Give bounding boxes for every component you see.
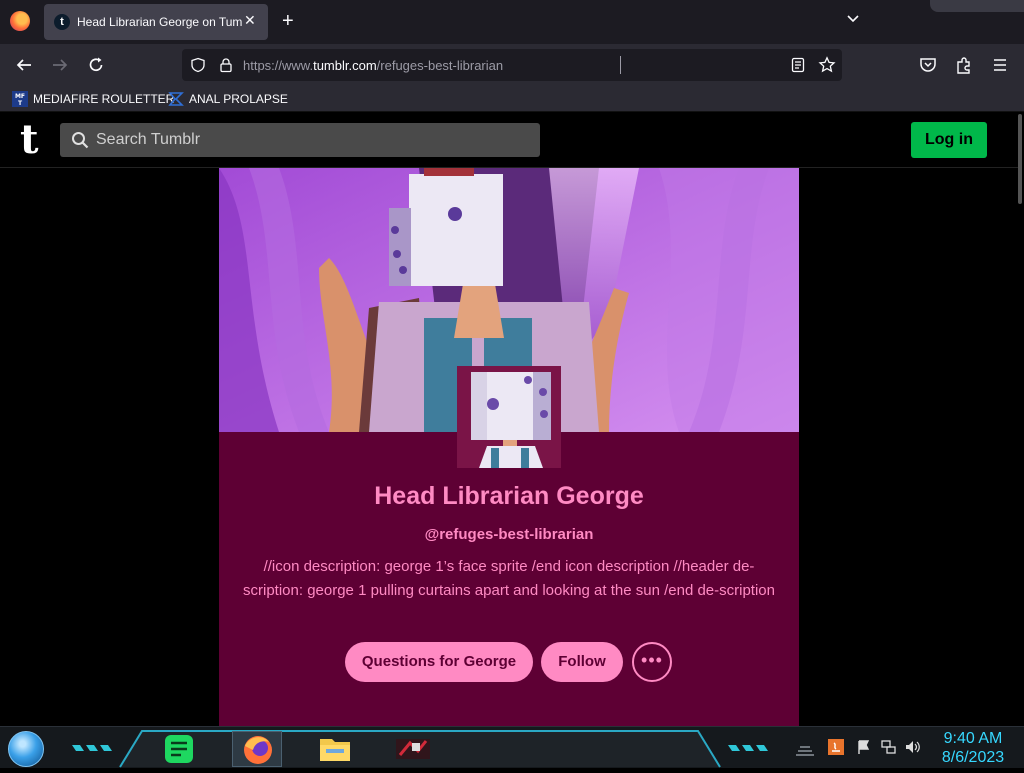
page-scrollbar[interactable] [1018, 114, 1022, 204]
notes-app-icon [165, 735, 193, 763]
bookmark-mediafire-rouletter[interactable]: MF T MEDIAFIRE ROULETTER [12, 91, 174, 107]
browser-nav-bar: https://www.tumblr.com/refuges-best-libr… [0, 44, 1024, 86]
start-orb-button[interactable] [8, 731, 44, 767]
taskbar-clock[interactable]: 9:40 AM 8/6/2023 [930, 729, 1016, 767]
blog-header-card: Head Librarian George @refuges-best-libr… [219, 168, 799, 726]
back-icon[interactable] [14, 55, 34, 75]
action-center-flag-icon[interactable] [856, 739, 872, 755]
url-domain: tumblr.com [313, 58, 377, 73]
sigma-icon [168, 92, 184, 106]
url-prefix: https://www. [243, 58, 314, 73]
firefox-icon[interactable] [10, 11, 30, 31]
tumblr-logo[interactable]: t [20, 118, 38, 162]
extensions-puzzle-icon[interactable] [954, 55, 974, 75]
java-tray-icon[interactable] [828, 739, 844, 755]
taskbar-notes-app[interactable] [154, 731, 204, 767]
bookmark-second[interactable]: ANAL PROLAPSE [168, 91, 288, 107]
blog-description: //icon description: george 1’s face spri… [243, 558, 775, 599]
lock-icon[interactable] [218, 57, 234, 73]
url-text[interactable]: https://www.tumblr.com/refuges-best-libr… [243, 58, 503, 73]
blog-handle: @refuges-best-librarian [424, 526, 594, 543]
reader-view-icon[interactable] [790, 57, 806, 73]
search-icon [72, 132, 89, 149]
clock-time: 9:40 AM [943, 730, 1003, 747]
follow-button[interactable]: Follow [541, 642, 623, 682]
text-cursor [620, 56, 621, 74]
mediafire-icon: MF T [12, 91, 28, 107]
taskbar-decoration [72, 745, 112, 751]
bookmark-label: MEDIAFIRE ROULETTER [33, 92, 175, 106]
bookmark-star-icon[interactable] [818, 56, 836, 74]
url-bar[interactable]: https://www.tumblr.com/refuges-best-libr… [182, 49, 842, 81]
close-tab-icon[interactable]: ✕ [244, 12, 256, 29]
taskbar-firefox-app[interactable] [232, 731, 282, 767]
taskbar: 9:40 AM 8/6/2023 [0, 726, 1024, 768]
taskbar-decoration [728, 745, 768, 751]
svg-text:MF: MF [15, 93, 25, 100]
new-tab-button[interactable]: + [282, 8, 294, 34]
url-path: /refuges-best-librarian [376, 58, 504, 73]
browser-tab-bar: t Head Librarian George on Tumblr ✕ + [0, 0, 1024, 44]
firefox-taskbar-icon [244, 736, 272, 764]
tab-title: Head Librarian George on Tumblr [77, 15, 242, 29]
bookmark-label: ANAL PROLAPSE [189, 92, 288, 106]
more-options-button[interactable]: ••• [632, 642, 672, 682]
bookmarks-toolbar: MF T MEDIAFIRE ROULETTER ANAL PROLAPSE [0, 86, 1024, 112]
tumblr-favicon-icon: t [54, 14, 70, 30]
ask-button[interactable]: Questions for George [345, 642, 533, 682]
list-tabs-chevron-icon[interactable] [846, 12, 860, 26]
volume-icon[interactable] [904, 739, 920, 755]
show-desktop-icon[interactable] [794, 741, 816, 757]
tracking-protection-shield-icon[interactable] [190, 57, 206, 73]
taskbar-file-explorer-app[interactable] [310, 731, 360, 767]
network-icon[interactable] [880, 739, 896, 755]
taskbar-game-app[interactable] [388, 731, 438, 767]
search-input[interactable] [96, 123, 526, 157]
clock-date: 8/6/2023 [941, 749, 1005, 766]
tumblr-page: t Log in [0, 112, 1024, 726]
avatar[interactable] [457, 366, 561, 468]
pocket-icon[interactable] [918, 55, 938, 75]
hamburger-menu-icon[interactable] [990, 55, 1010, 75]
forward-icon[interactable] [50, 55, 70, 75]
game-app-icon [396, 739, 430, 759]
tumblr-header: t Log in [0, 112, 1018, 168]
blog-title: Head Librarian George [374, 482, 644, 510]
reload-icon[interactable] [86, 55, 106, 75]
folder-icon [320, 739, 350, 761]
search-box[interactable] [60, 123, 540, 157]
window-frame-decoration [930, 0, 1024, 12]
login-button[interactable]: Log in [911, 122, 987, 158]
tab-tumblr[interactable]: t Head Librarian George on Tumblr ✕ [44, 4, 268, 40]
